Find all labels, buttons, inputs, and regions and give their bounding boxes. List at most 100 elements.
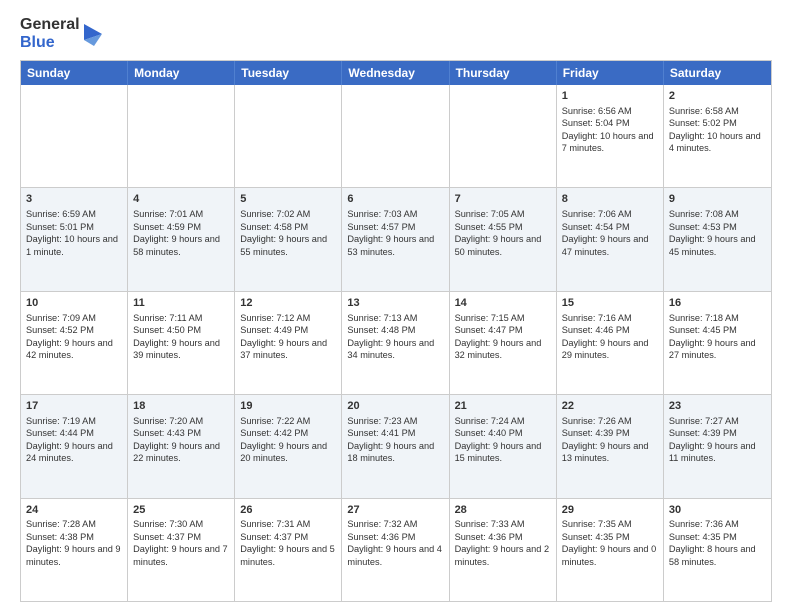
- day-number: 16: [669, 296, 766, 311]
- day-info: Sunrise: 7:19 AM Sunset: 4:44 PM Dayligh…: [26, 415, 122, 465]
- calendar-cell: 10Sunrise: 7:09 AM Sunset: 4:52 PM Dayli…: [21, 292, 128, 394]
- day-number: 30: [669, 503, 766, 518]
- day-number: 6: [347, 192, 443, 207]
- calendar-cell: 14Sunrise: 7:15 AM Sunset: 4:47 PM Dayli…: [450, 292, 557, 394]
- day-info: Sunrise: 7:23 AM Sunset: 4:41 PM Dayligh…: [347, 415, 443, 465]
- day-info: Sunrise: 7:30 AM Sunset: 4:37 PM Dayligh…: [133, 518, 229, 568]
- day-number: 10: [26, 296, 122, 311]
- logo-arrow-icon: [84, 16, 104, 52]
- day-number: 8: [562, 192, 658, 207]
- day-info: Sunrise: 7:05 AM Sunset: 4:55 PM Dayligh…: [455, 208, 551, 258]
- calendar-cell: 27Sunrise: 7:32 AM Sunset: 4:36 PM Dayli…: [342, 499, 449, 601]
- day-info: Sunrise: 7:01 AM Sunset: 4:59 PM Dayligh…: [133, 208, 229, 258]
- calendar-cell: 30Sunrise: 7:36 AM Sunset: 4:35 PM Dayli…: [664, 499, 771, 601]
- day-number: 27: [347, 503, 443, 518]
- header-cell-friday: Friday: [557, 61, 664, 85]
- day-number: 18: [133, 399, 229, 414]
- day-info: Sunrise: 7:13 AM Sunset: 4:48 PM Dayligh…: [347, 312, 443, 362]
- calendar-cell: [128, 85, 235, 187]
- day-number: 4: [133, 192, 229, 207]
- day-info: Sunrise: 7:26 AM Sunset: 4:39 PM Dayligh…: [562, 415, 658, 465]
- calendar-cell: 25Sunrise: 7:30 AM Sunset: 4:37 PM Dayli…: [128, 499, 235, 601]
- day-info: Sunrise: 7:08 AM Sunset: 4:53 PM Dayligh…: [669, 208, 766, 258]
- day-number: 3: [26, 192, 122, 207]
- day-number: 28: [455, 503, 551, 518]
- calendar-cell: 23Sunrise: 7:27 AM Sunset: 4:39 PM Dayli…: [664, 395, 771, 497]
- day-number: 21: [455, 399, 551, 414]
- calendar-row: 10Sunrise: 7:09 AM Sunset: 4:52 PM Dayli…: [21, 292, 771, 395]
- calendar-cell: 22Sunrise: 7:26 AM Sunset: 4:39 PM Dayli…: [557, 395, 664, 497]
- calendar-cell: 17Sunrise: 7:19 AM Sunset: 4:44 PM Dayli…: [21, 395, 128, 497]
- day-info: Sunrise: 7:03 AM Sunset: 4:57 PM Dayligh…: [347, 208, 443, 258]
- day-info: Sunrise: 7:31 AM Sunset: 4:37 PM Dayligh…: [240, 518, 336, 568]
- day-number: 29: [562, 503, 658, 518]
- calendar-row: 3Sunrise: 6:59 AM Sunset: 5:01 PM Daylig…: [21, 188, 771, 291]
- calendar-cell: 18Sunrise: 7:20 AM Sunset: 4:43 PM Dayli…: [128, 395, 235, 497]
- calendar-cell: 21Sunrise: 7:24 AM Sunset: 4:40 PM Dayli…: [450, 395, 557, 497]
- day-number: 23: [669, 399, 766, 414]
- day-info: Sunrise: 7:18 AM Sunset: 4:45 PM Dayligh…: [669, 312, 766, 362]
- day-number: 25: [133, 503, 229, 518]
- day-info: Sunrise: 7:36 AM Sunset: 4:35 PM Dayligh…: [669, 518, 766, 568]
- calendar-cell: 20Sunrise: 7:23 AM Sunset: 4:41 PM Dayli…: [342, 395, 449, 497]
- day-info: Sunrise: 7:11 AM Sunset: 4:50 PM Dayligh…: [133, 312, 229, 362]
- calendar-cell: 12Sunrise: 7:12 AM Sunset: 4:49 PM Dayli…: [235, 292, 342, 394]
- day-info: Sunrise: 7:12 AM Sunset: 4:49 PM Dayligh…: [240, 312, 336, 362]
- header-cell-monday: Monday: [128, 61, 235, 85]
- calendar-cell: 29Sunrise: 7:35 AM Sunset: 4:35 PM Dayli…: [557, 499, 664, 601]
- calendar-cell: [21, 85, 128, 187]
- calendar-cell: 4Sunrise: 7:01 AM Sunset: 4:59 PM Daylig…: [128, 188, 235, 290]
- calendar-row: 17Sunrise: 7:19 AM Sunset: 4:44 PM Dayli…: [21, 395, 771, 498]
- day-info: Sunrise: 7:35 AM Sunset: 4:35 PM Dayligh…: [562, 518, 658, 568]
- logo-general: General: [20, 16, 80, 34]
- calendar-cell: 8Sunrise: 7:06 AM Sunset: 4:54 PM Daylig…: [557, 188, 664, 290]
- calendar-cell: 19Sunrise: 7:22 AM Sunset: 4:42 PM Dayli…: [235, 395, 342, 497]
- day-info: Sunrise: 7:02 AM Sunset: 4:58 PM Dayligh…: [240, 208, 336, 258]
- calendar-row: 1Sunrise: 6:56 AM Sunset: 5:04 PM Daylig…: [21, 85, 771, 188]
- day-info: Sunrise: 6:58 AM Sunset: 5:02 PM Dayligh…: [669, 105, 766, 155]
- calendar-cell: [450, 85, 557, 187]
- calendar-cell: 24Sunrise: 7:28 AM Sunset: 4:38 PM Dayli…: [21, 499, 128, 601]
- day-info: Sunrise: 7:32 AM Sunset: 4:36 PM Dayligh…: [347, 518, 443, 568]
- logo: GeneralBlue: [20, 16, 104, 52]
- day-number: 2: [669, 89, 766, 104]
- calendar-cell: 26Sunrise: 7:31 AM Sunset: 4:37 PM Dayli…: [235, 499, 342, 601]
- calendar-cell: 28Sunrise: 7:33 AM Sunset: 4:36 PM Dayli…: [450, 499, 557, 601]
- day-number: 11: [133, 296, 229, 311]
- day-info: Sunrise: 7:33 AM Sunset: 4:36 PM Dayligh…: [455, 518, 551, 568]
- calendar-cell: 1Sunrise: 6:56 AM Sunset: 5:04 PM Daylig…: [557, 85, 664, 187]
- day-info: Sunrise: 7:22 AM Sunset: 4:42 PM Dayligh…: [240, 415, 336, 465]
- day-number: 24: [26, 503, 122, 518]
- day-info: Sunrise: 7:27 AM Sunset: 4:39 PM Dayligh…: [669, 415, 766, 465]
- day-number: 7: [455, 192, 551, 207]
- day-info: Sunrise: 6:59 AM Sunset: 5:01 PM Dayligh…: [26, 208, 122, 258]
- header-cell-thursday: Thursday: [450, 61, 557, 85]
- calendar: SundayMondayTuesdayWednesdayThursdayFrid…: [20, 60, 772, 602]
- calendar-body: 1Sunrise: 6:56 AM Sunset: 5:04 PM Daylig…: [21, 85, 771, 601]
- day-number: 15: [562, 296, 658, 311]
- calendar-cell: 13Sunrise: 7:13 AM Sunset: 4:48 PM Dayli…: [342, 292, 449, 394]
- day-number: 5: [240, 192, 336, 207]
- day-number: 12: [240, 296, 336, 311]
- day-info: Sunrise: 7:15 AM Sunset: 4:47 PM Dayligh…: [455, 312, 551, 362]
- logo-blue: Blue: [20, 34, 80, 52]
- day-number: 26: [240, 503, 336, 518]
- day-info: Sunrise: 7:28 AM Sunset: 4:38 PM Dayligh…: [26, 518, 122, 568]
- calendar-cell: 7Sunrise: 7:05 AM Sunset: 4:55 PM Daylig…: [450, 188, 557, 290]
- header-cell-wednesday: Wednesday: [342, 61, 449, 85]
- day-number: 17: [26, 399, 122, 414]
- calendar-cell: 16Sunrise: 7:18 AM Sunset: 4:45 PM Dayli…: [664, 292, 771, 394]
- calendar-header: SundayMondayTuesdayWednesdayThursdayFrid…: [21, 61, 771, 85]
- calendar-cell: 15Sunrise: 7:16 AM Sunset: 4:46 PM Dayli…: [557, 292, 664, 394]
- day-number: 19: [240, 399, 336, 414]
- calendar-cell: 11Sunrise: 7:11 AM Sunset: 4:50 PM Dayli…: [128, 292, 235, 394]
- calendar-cell: [342, 85, 449, 187]
- day-info: Sunrise: 7:06 AM Sunset: 4:54 PM Dayligh…: [562, 208, 658, 258]
- day-info: Sunrise: 7:24 AM Sunset: 4:40 PM Dayligh…: [455, 415, 551, 465]
- day-info: Sunrise: 7:20 AM Sunset: 4:43 PM Dayligh…: [133, 415, 229, 465]
- calendar-cell: 9Sunrise: 7:08 AM Sunset: 4:53 PM Daylig…: [664, 188, 771, 290]
- header-cell-saturday: Saturday: [664, 61, 771, 85]
- day-number: 13: [347, 296, 443, 311]
- calendar-row: 24Sunrise: 7:28 AM Sunset: 4:38 PM Dayli…: [21, 499, 771, 601]
- day-number: 20: [347, 399, 443, 414]
